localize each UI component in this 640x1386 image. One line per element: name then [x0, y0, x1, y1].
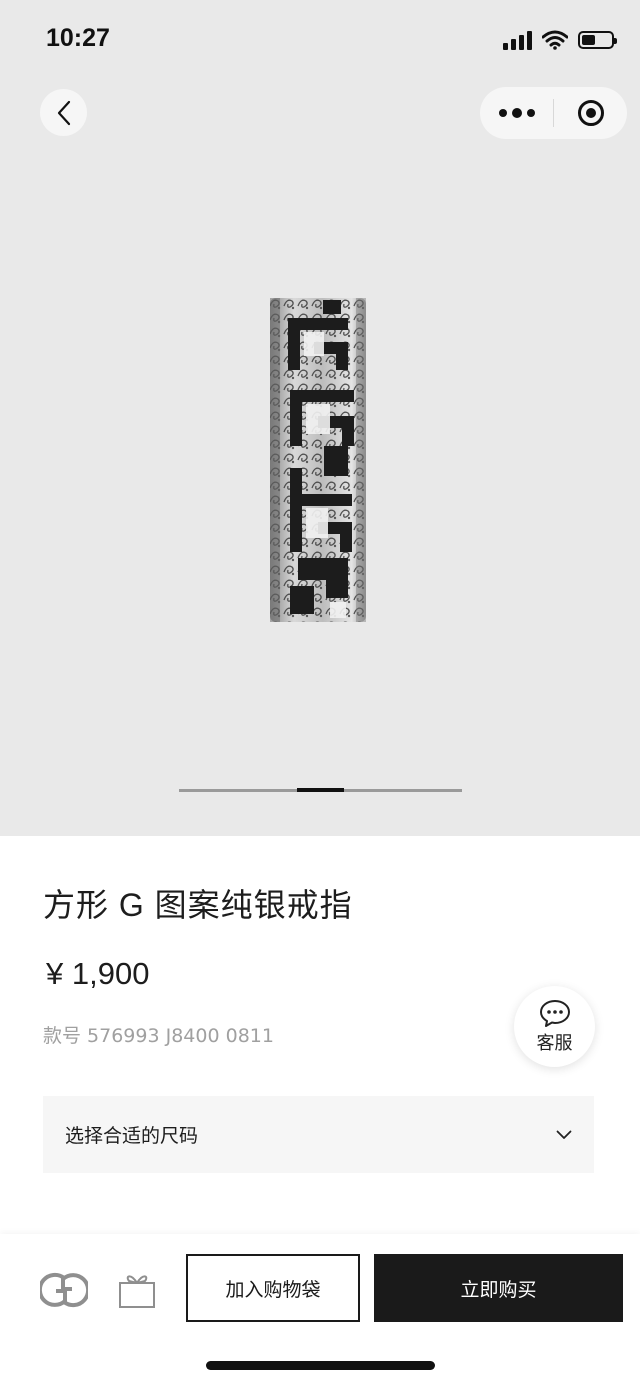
status-icons [503, 28, 617, 52]
size-selector[interactable]: 选择合适的尺码 [43, 1096, 594, 1173]
gift-bag-icon[interactable] [117, 1270, 157, 1310]
signal-icon [503, 30, 532, 50]
more-dots-icon [498, 109, 507, 117]
status-bar: 10:27 [0, 0, 640, 80]
product-image[interactable] [268, 296, 368, 624]
product-price: ¥ 1,900 [46, 956, 150, 991]
product-title: 方形 G 图案纯银戒指 [43, 887, 353, 923]
wifi-icon [542, 30, 568, 50]
size-selector-label: 选择合适的尺码 [65, 1125, 199, 1147]
close-mini-program-button[interactable] [554, 87, 627, 139]
target-close-icon [577, 100, 604, 126]
customer-service-button[interactable]: 客服 [514, 986, 595, 1067]
customer-service-label: 客服 [536, 1032, 573, 1054]
battery-icon [578, 31, 617, 49]
carousel-indicator [179, 788, 462, 792]
back-button[interactable] [40, 89, 87, 136]
chevron-left-icon [57, 100, 70, 125]
carousel-active-indicator [297, 788, 344, 792]
status-time: 10:27 [46, 24, 110, 52]
home-indicator[interactable] [206, 1361, 435, 1370]
mini-program-capsule [480, 87, 627, 139]
buy-now-button[interactable]: 立即购买 [374, 1254, 623, 1322]
more-button[interactable] [480, 87, 553, 139]
product-sku: 款号 576993 J8400 0811 [43, 1025, 274, 1047]
product-gallery[interactable]: 10:27 [0, 0, 640, 836]
chat-bubble-icon [539, 999, 570, 1027]
chevron-down-icon [556, 1130, 572, 1139]
add-to-cart-button[interactable]: 加入购物袋 [186, 1254, 360, 1322]
gg-logo-icon[interactable] [40, 1270, 88, 1310]
